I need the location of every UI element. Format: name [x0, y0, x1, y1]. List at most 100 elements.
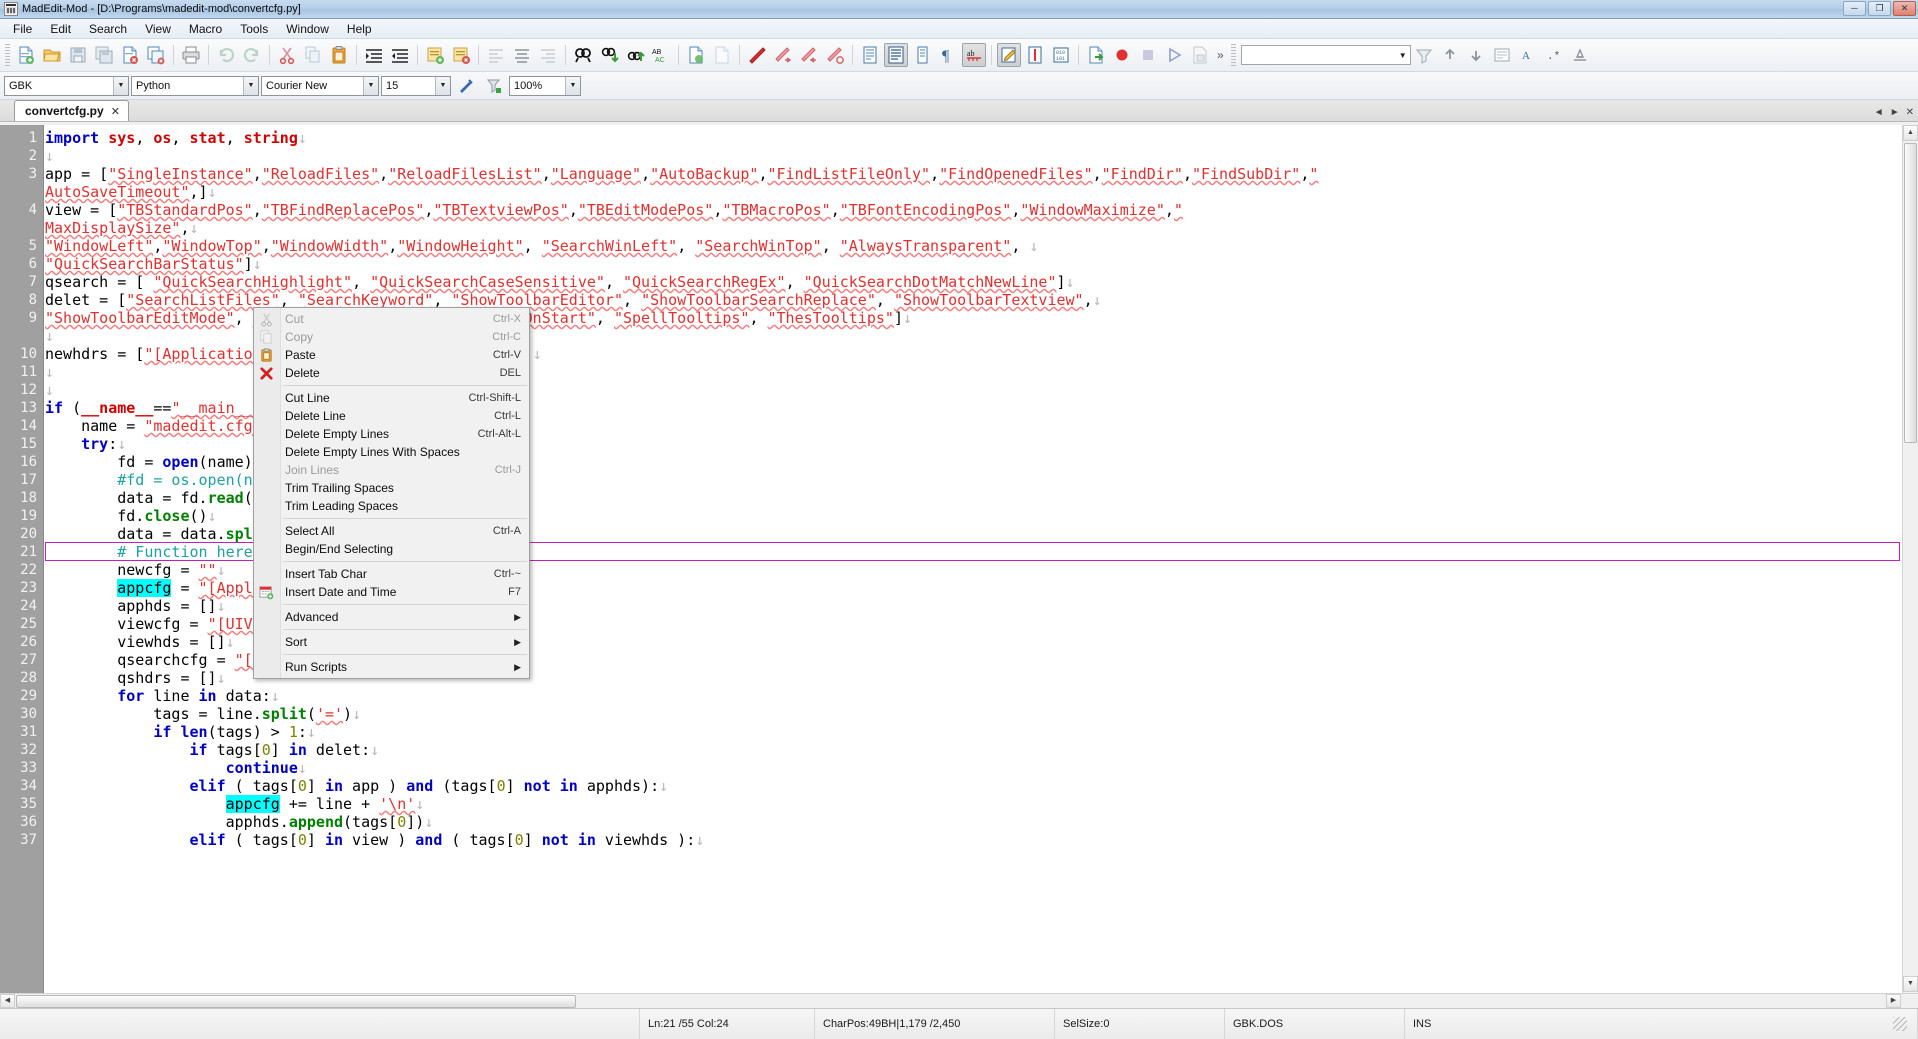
- find-files-disabled-icon[interactable]: [710, 43, 734, 67]
- code-line[interactable]: ↓: [45, 147, 1902, 165]
- scroll-left-icon[interactable]: ◀: [0, 994, 15, 1008]
- chevron-down-icon[interactable]: ▼: [243, 77, 258, 95]
- hex-mode-icon[interactable]: 010101: [1049, 43, 1073, 67]
- vertical-scrollbar[interactable]: ▲ ▼: [1902, 125, 1918, 1008]
- scroll-down-icon[interactable]: ▼: [1903, 976, 1918, 992]
- load-script-icon[interactable]: [1084, 43, 1108, 67]
- record-macro-icon[interactable]: [1110, 43, 1134, 67]
- code-line[interactable]: continue↓: [45, 759, 1902, 777]
- highlight-color-icon[interactable]: [482, 74, 506, 98]
- search-list-icon[interactable]: [1490, 43, 1514, 67]
- bookmark-prev-icon[interactable]: [797, 43, 821, 67]
- code-line[interactable]: apphds.append(tags[0])↓: [45, 813, 1902, 831]
- paste-icon[interactable]: [327, 43, 351, 67]
- wrap-page-icon[interactable]: [910, 43, 934, 67]
- search-input[interactable]: ▼: [1241, 45, 1411, 65]
- find-next-icon[interactable]: [597, 43, 621, 67]
- indent-increase-icon[interactable]: [362, 43, 386, 67]
- tab-nav-left-icon[interactable]: ◄: [1874, 107, 1884, 118]
- bookmark-next-icon[interactable]: [771, 43, 795, 67]
- bookmark-clear-icon[interactable]: [823, 43, 847, 67]
- menu-search[interactable]: Search: [80, 20, 136, 38]
- code-line[interactable]: tags = line.split('=')↓: [45, 705, 1902, 723]
- align-right-icon[interactable]: [536, 43, 560, 67]
- menu-macro[interactable]: Macro: [180, 20, 231, 38]
- redo-icon[interactable]: [240, 43, 264, 67]
- search-down-icon[interactable]: [1464, 43, 1488, 67]
- fontsize-combo[interactable]: 15 ▼: [381, 76, 451, 96]
- search-highlight-icon[interactable]: A: [1516, 43, 1540, 67]
- tab-nav-close-icon[interactable]: ✕: [1906, 107, 1914, 118]
- code-line[interactable]: "QuickSearchBarStatus"]↓: [45, 255, 1902, 273]
- show-paragraph-icon[interactable]: ¶: [936, 43, 960, 67]
- insert-symbol-icon[interactable]: [454, 74, 478, 98]
- find-prev-icon[interactable]: [623, 43, 647, 67]
- wrap-window-icon[interactable]: [884, 43, 908, 67]
- cut-icon[interactable]: [275, 43, 299, 67]
- context-menu-item-select-all[interactable]: Select AllCtrl-A: [254, 522, 529, 540]
- context-menu-item-delete[interactable]: DeleteDEL: [254, 364, 529, 382]
- undo-icon[interactable]: [214, 43, 238, 67]
- close-file-icon[interactable]: [118, 43, 142, 67]
- code-line[interactable]: import sys, os, stat, string↓: [45, 129, 1902, 147]
- search-options-icon[interactable]: [1412, 43, 1436, 67]
- code-line[interactable]: "WindowLeft","WindowTop","WindowWidth","…: [45, 237, 1902, 255]
- toolbar-overflow-icon[interactable]: »: [1213, 48, 1228, 62]
- menu-view[interactable]: View: [136, 20, 180, 38]
- wrap-none-icon[interactable]: [858, 43, 882, 67]
- stop-macro-icon[interactable]: [1136, 43, 1160, 67]
- scroll-up-icon[interactable]: ▲: [1903, 125, 1918, 141]
- context-menu-item-insert-tab-char[interactable]: Insert Tab CharCtrl-~: [254, 565, 529, 583]
- code-line[interactable]: app = ["SingleInstance","ReloadFiles","R…: [45, 165, 1902, 183]
- context-menu-item-run-scripts[interactable]: Run Scripts▶: [254, 658, 529, 676]
- chevron-down-icon[interactable]: ▼: [565, 77, 580, 95]
- font-combo[interactable]: Courier New ▼: [261, 76, 379, 96]
- menu-window[interactable]: Window: [277, 20, 338, 38]
- context-menu-item-trim-trailing-spaces[interactable]: Trim Trailing Spaces: [254, 479, 529, 497]
- context-menu-item-advanced[interactable]: Advanced▶: [254, 608, 529, 626]
- code-line[interactable]: appcfg += line + '\n'↓: [45, 795, 1902, 813]
- context-menu-item-delete-empty-lines[interactable]: Delete Empty LinesCtrl-Alt-L: [254, 425, 529, 443]
- close-button[interactable]: ✕: [1893, 1, 1916, 16]
- menu-edit[interactable]: Edit: [41, 20, 80, 38]
- edit-mode-icon[interactable]: [997, 43, 1021, 67]
- syntax-combo[interactable]: Python ▼: [131, 76, 259, 96]
- column-mode-icon[interactable]: [1023, 43, 1047, 67]
- context-menu-item-trim-leading-spaces[interactable]: Trim Leading Spaces: [254, 497, 529, 515]
- find-in-files-icon[interactable]: [684, 43, 708, 67]
- code-line[interactable]: AutoSaveTimeout",]↓: [45, 183, 1902, 201]
- context-menu-item-paste[interactable]: PasteCtrl-V: [254, 346, 529, 364]
- context-menu-item-insert-date-and-time[interactable]: Insert Date and TimeF7: [254, 583, 529, 601]
- code-line[interactable]: if tags[0] in delet:↓: [45, 741, 1902, 759]
- comment-icon[interactable]: [423, 43, 447, 67]
- align-center-icon[interactable]: [510, 43, 534, 67]
- context-menu-item-begin-end-selecting[interactable]: Begin/End Selecting: [254, 540, 529, 558]
- tab-convertcfg-py[interactable]: convertcfg.py ✕: [14, 100, 129, 121]
- search-regex-icon[interactable]: .*: [1542, 43, 1566, 67]
- resize-grip-icon[interactable]: [1893, 1017, 1907, 1031]
- scroll-right-icon[interactable]: ▶: [1886, 994, 1901, 1008]
- save-all-icon[interactable]: [92, 43, 116, 67]
- play-macro-icon[interactable]: [1162, 43, 1186, 67]
- new-file-icon[interactable]: [14, 43, 38, 67]
- toolbar-grip-search[interactable]: [1231, 44, 1236, 66]
- menu-help[interactable]: Help: [338, 20, 381, 38]
- editor-pane[interactable]: 1234567891011121314151617181920212223242…: [0, 125, 1918, 1008]
- maximize-button[interactable]: ❐: [1868, 1, 1891, 16]
- context-menu-item-delete-empty-lines-with-spaces[interactable]: Delete Empty Lines With Spaces: [254, 443, 529, 461]
- replace-icon[interactable]: ABAC: [649, 43, 673, 67]
- toolbar-grip-standard[interactable]: [5, 44, 10, 66]
- code-line[interactable]: MaxDisplaySize",↓: [45, 219, 1902, 237]
- menu-tools[interactable]: Tools: [231, 20, 277, 38]
- open-file-icon[interactable]: [40, 43, 64, 67]
- encoding-combo[interactable]: GBK ▼: [4, 76, 129, 96]
- chevron-down-icon[interactable]: ▼: [113, 77, 128, 95]
- code-line[interactable]: view = ["TBStandardPos","TBFindReplacePo…: [45, 201, 1902, 219]
- copy-icon[interactable]: [301, 43, 325, 67]
- code-line[interactable]: elif ( tags[0] in app ) and (tags[0] not…: [45, 777, 1902, 795]
- context-menu-item-cut-line[interactable]: Cut LineCtrl-Shift-L: [254, 389, 529, 407]
- show-whitespace-icon[interactable]: ab: [962, 43, 986, 67]
- chevron-down-icon[interactable]: ▼: [363, 77, 378, 95]
- code-line[interactable]: for line in data:↓: [45, 687, 1902, 705]
- zoom-combo[interactable]: 100% ▼: [509, 76, 581, 96]
